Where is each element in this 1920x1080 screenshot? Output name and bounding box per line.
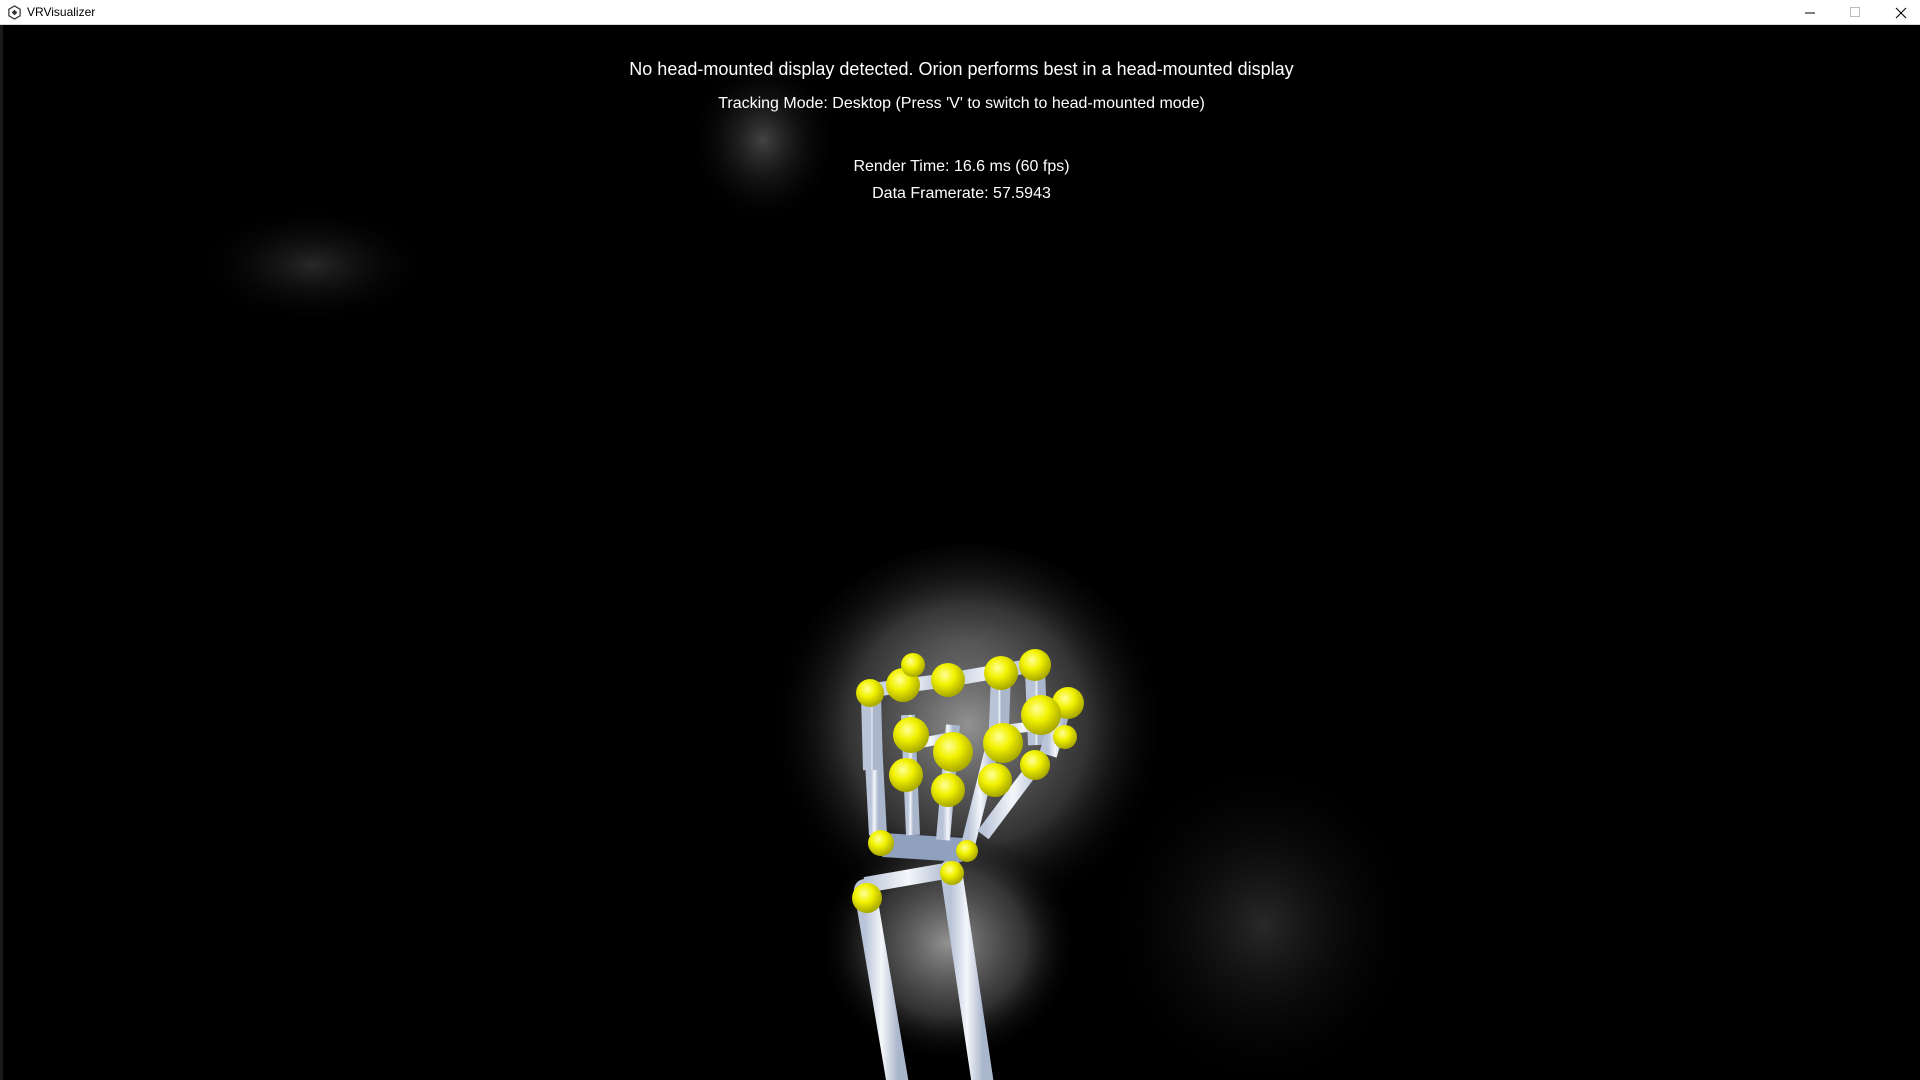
minimize-icon [1805, 12, 1815, 14]
title-bar[interactable]: VRVisualizer [0, 0, 1920, 25]
unity-app-icon [8, 5, 21, 20]
window-title: VRVisualizer [27, 5, 96, 19]
minimize-button[interactable] [1788, 0, 1833, 25]
maximize-button[interactable] [1833, 0, 1878, 25]
tracking-mode-text: Tracking Mode: Desktop (Press 'V' to swi… [718, 95, 1205, 112]
close-button[interactable] [1878, 0, 1920, 25]
data-framerate-text: Data Framerate: 57.5943 [872, 185, 1051, 202]
vrvisualizer-window: VRVisualizer No head-mounted display det… [0, 0, 1920, 1080]
hmd-warning-message: No head-mounted display detected. Orion … [629, 59, 1294, 79]
hand-tracking-scene [193, 55, 1423, 1080]
maximize-icon [1850, 7, 1860, 17]
close-icon [1895, 7, 1906, 18]
vr-viewport[interactable]: No head-mounted display detected. Orion … [3, 25, 1920, 1080]
render-time-text: Render Time: 16.6 ms (60 fps) [853, 158, 1070, 175]
ir-haze [193, 205, 433, 325]
